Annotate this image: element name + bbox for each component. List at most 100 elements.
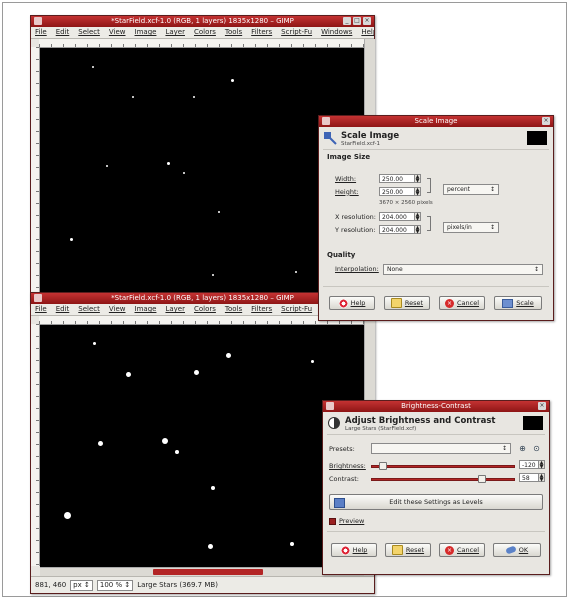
menu-image[interactable]: Image <box>135 27 157 38</box>
contrast-slider-handle[interactable] <box>478 475 487 483</box>
ok-button[interactable]: OK <box>493 543 541 557</box>
xres-label: X resolution: <box>335 212 376 221</box>
menu-filters[interactable]: Filters <box>251 27 272 38</box>
vertical-ruler[interactable] <box>31 324 40 566</box>
interpolation-row: Interpolation: <box>335 265 383 273</box>
menu-help[interactable]: Help <box>361 27 374 38</box>
menu-tools[interactable]: Tools <box>225 27 242 38</box>
menu-image[interactable]: Image <box>135 304 157 315</box>
menu-layer[interactable]: Layer <box>165 304 185 315</box>
cancel-button[interactable]: × Cancel <box>439 543 485 557</box>
menu-view[interactable]: View <box>109 304 126 315</box>
help-icon <box>338 298 348 308</box>
contrast-spinner[interactable]: ▲ ▼ <box>539 473 545 483</box>
menu-file[interactable]: File <box>35 27 47 38</box>
height-label: Height: <box>335 187 359 196</box>
star <box>311 360 314 363</box>
horizontal-scrollbar[interactable] <box>40 567 364 576</box>
scrollbar-thumb[interactable] <box>153 569 263 575</box>
horizontal-ruler[interactable] <box>39 39 364 48</box>
brightness-slider[interactable] <box>371 465 515 468</box>
help-button[interactable]: Help <box>329 296 375 310</box>
window-menu-icon[interactable] <box>322 117 330 125</box>
close-icon[interactable]: × <box>363 17 371 25</box>
presets-row: Presets: <box>329 445 373 453</box>
menu-filters[interactable]: Filters <box>251 304 272 315</box>
presets-select[interactable]: ↕ <box>371 443 511 454</box>
close-icon[interactable]: × <box>542 117 550 125</box>
interpolation-select[interactable]: None ↕ <box>383 264 543 275</box>
menu-colors[interactable]: Colors <box>194 27 216 38</box>
minimize-icon[interactable]: _ <box>343 17 351 25</box>
size-unit-select[interactable]: percent ↕ <box>443 184 499 195</box>
dialog-title-bar[interactable]: Brightness-Contrast × <box>323 401 549 412</box>
menu-script-fu[interactable]: Script-Fu <box>281 27 312 38</box>
help-button[interactable]: Help <box>331 543 377 557</box>
star <box>194 370 199 375</box>
menu-view[interactable]: View <box>109 27 126 38</box>
menu-windows[interactable]: Windows <box>321 27 352 38</box>
image-canvas[interactable] <box>40 48 364 304</box>
menu-select[interactable]: Select <box>78 304 100 315</box>
vertical-ruler[interactable] <box>31 47 40 304</box>
close-icon[interactable]: × <box>538 402 546 410</box>
layer-thumbnail <box>523 416 543 430</box>
chain-link-icon[interactable] <box>427 178 431 193</box>
yres-spinner[interactable]: ▲ ▼ <box>415 225 421 235</box>
star <box>290 542 294 546</box>
window-menu-icon[interactable] <box>34 17 42 25</box>
preview-row[interactable]: Preview <box>329 517 364 525</box>
preview-checkbox[interactable] <box>329 517 336 525</box>
maximize-icon[interactable]: □ <box>353 17 361 25</box>
contrast-input[interactable]: 58 <box>519 473 539 482</box>
image-canvas[interactable] <box>40 325 364 567</box>
add-preset-icon[interactable]: ⊕ <box>517 443 528 454</box>
combo-arrow-icon: ↕ <box>501 445 507 452</box>
title-bar[interactable]: *StarField.xcf-1.0 (RGB, 1 layers) 1835x… <box>31 16 374 27</box>
menu-script-fu[interactable]: Script-Fu <box>281 304 312 315</box>
resolution-unit-select[interactable]: pixels/in ↕ <box>443 222 499 233</box>
reset-button[interactable]: Reset <box>384 296 430 310</box>
scale-button[interactable]: Scale <box>494 296 542 310</box>
menu-tools[interactable]: Tools <box>225 304 242 315</box>
unit-select[interactable]: px ↕ <box>70 579 93 591</box>
brightness-input[interactable]: -120 <box>519 460 539 469</box>
window-menu-icon[interactable] <box>34 294 42 302</box>
height-input[interactable]: 250.00 <box>379 187 415 196</box>
menu-edit[interactable]: Edit <box>56 27 70 38</box>
edit-as-levels-button[interactable]: Edit these Settings as Levels <box>329 494 543 510</box>
dialog-subheading: Large Stars (StarField.xcf) <box>345 426 417 432</box>
menu-select[interactable]: Select <box>78 27 100 38</box>
contrast-slider[interactable] <box>371 478 515 481</box>
resolution-chain-icon[interactable] <box>427 216 431 231</box>
xres-input[interactable]: 204.000 <box>379 212 415 221</box>
width-row: Width: 250.00 ▲ ▼ <box>335 174 421 184</box>
ok-icon <box>505 545 517 555</box>
window-menu-icon[interactable] <box>326 402 334 410</box>
size-unit-value: percent <box>447 186 470 193</box>
xres-row: X resolution: 204.000 ▲ ▼ <box>335 212 421 222</box>
help-label: Help <box>350 299 366 307</box>
menu-edit[interactable]: Edit <box>56 304 70 315</box>
horizontal-ruler[interactable] <box>39 316 364 325</box>
width-label: Width: <box>335 174 357 183</box>
reset-icon <box>391 545 403 555</box>
preset-menu-icon[interactable]: ⊙ <box>531 443 542 454</box>
width-spinner[interactable]: ▲ ▼ <box>415 174 421 184</box>
zoom-select[interactable]: 100 % ↕ <box>96 579 134 591</box>
dialog-heading: Scale Image <box>341 131 400 141</box>
width-input[interactable]: 250.00 <box>379 174 415 183</box>
reset-button[interactable]: Reset <box>385 543 431 557</box>
star <box>295 271 297 273</box>
contrast-row: Contrast: <box>329 475 369 483</box>
yres-input[interactable]: 204.000 <box>379 225 415 234</box>
dialog-title-bar[interactable]: Scale Image × <box>319 116 553 127</box>
brightness-spinner[interactable]: ▲ ▼ <box>539 460 545 470</box>
cancel-button[interactable]: × Cancel <box>439 296 485 310</box>
xres-spinner[interactable]: ▲ ▼ <box>415 212 421 222</box>
menu-layer[interactable]: Layer <box>165 27 185 38</box>
brightness-slider-handle[interactable] <box>379 462 388 470</box>
menu-file[interactable]: File <box>35 304 47 315</box>
menu-colors[interactable]: Colors <box>194 304 216 315</box>
height-spinner[interactable]: ▲ ▼ <box>415 187 421 197</box>
